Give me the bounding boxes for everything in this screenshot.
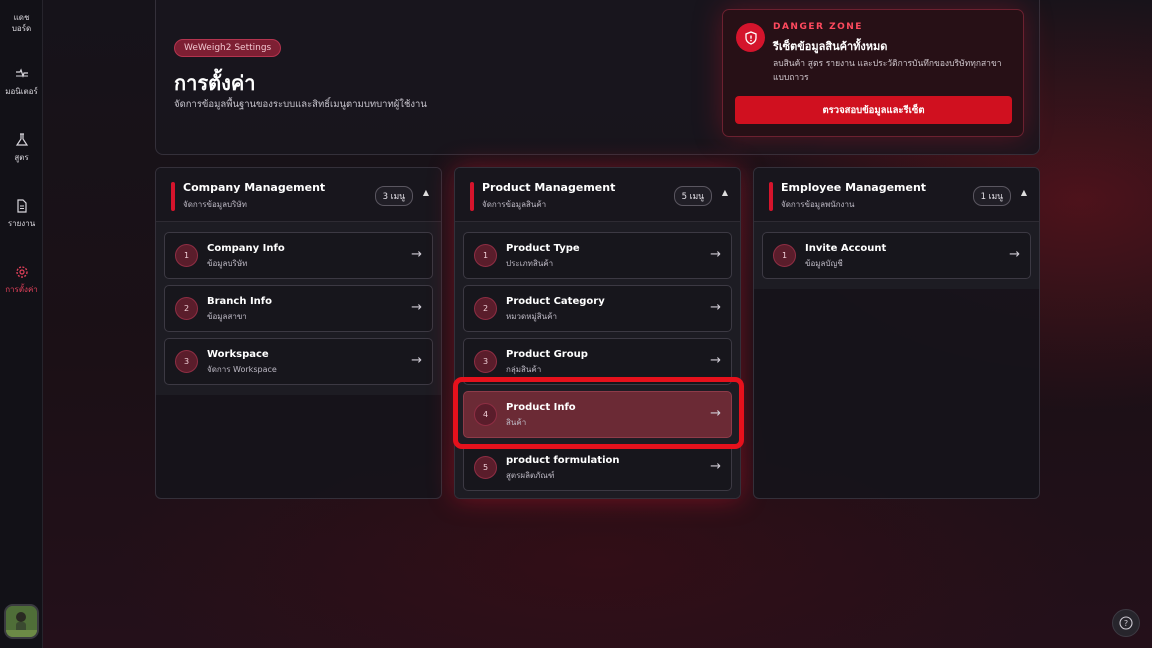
item-number: 1 — [474, 244, 497, 267]
monitor-icon — [15, 68, 28, 78]
item-subtitle: ข้อมูลบัญชี — [805, 259, 843, 268]
item-title: Product Category — [506, 296, 605, 307]
menu-item-workspace[interactable]: 3 Workspace จัดการ Workspace → — [164, 338, 433, 385]
menu-item-product-type[interactable]: 1 Product Type ประเภทสินค้า → — [463, 232, 732, 279]
arrow-right-icon: → — [710, 247, 721, 262]
item-title: product formulation — [506, 455, 620, 466]
accent-bar — [769, 182, 773, 211]
sidebar: แดช บอร์ด มอนิเตอร์ สูตร รายงาน การตั้งค… — [0, 0, 43, 648]
sidebar-item-label: แดช บอร์ด — [11, 13, 32, 33]
arrow-right-icon: → — [710, 459, 721, 474]
item-number: 1 — [175, 244, 198, 267]
item-title: Branch Info — [207, 296, 273, 307]
menu-count-badge: 3 เมนู — [374, 186, 413, 206]
flask-icon — [15, 133, 28, 146]
menu-list: 1 Product Type ประเภทสินค้า → 2 Product … — [455, 222, 740, 498]
sidebar-item-label: รายงาน — [7, 219, 36, 228]
item-number: 3 — [474, 350, 497, 373]
arrow-right-icon: → — [710, 353, 721, 368]
panel-subtitle: จัดการข้อมูลบริษัท — [183, 200, 247, 209]
panel-subtitle: จัดการข้อมูลพนักงาน — [781, 200, 855, 209]
avatar[interactable] — [4, 604, 39, 639]
settings-icon — [15, 266, 28, 278]
sidebar-item-label: สูตร — [14, 153, 29, 162]
arrow-right-icon: → — [411, 300, 422, 315]
item-subtitle: จัดการ Workspace — [207, 365, 277, 374]
sidebar-item-settings[interactable]: การตั้งค่า — [0, 265, 43, 295]
selection-highlight — [453, 377, 744, 449]
panel-subtitle: จัดการข้อมูลสินค้า — [482, 200, 547, 209]
arrow-right-icon: → — [411, 247, 422, 262]
item-title: Company Info — [207, 243, 285, 254]
item-subtitle: กลุ่มสินค้า — [506, 365, 542, 374]
panel-header[interactable]: Company Management จัดการข้อมูลบริษัท 3 … — [156, 168, 441, 222]
menu-item-invite-account[interactable]: 1 Invite Account ข้อมูลบัญชี → — [762, 232, 1031, 279]
panel-header[interactable]: Product Management จัดการข้อมูลสินค้า 5 … — [455, 168, 740, 222]
danger-zone-label: DANGER ZONE — [773, 22, 863, 32]
item-title: Workspace — [207, 349, 269, 360]
sidebar-item-dashboard[interactable]: แดช บอร์ด — [0, 0, 43, 34]
menu-item-product-formulation[interactable]: 5 product formulation สูตรผลิตภัณฑ์ → — [463, 444, 732, 491]
help-glyph: ? — [1123, 618, 1129, 628]
item-subtitle: ประเภทสินค้า — [506, 259, 554, 268]
danger-zone-panel: DANGER ZONE รีเซ็ตข้อมูลสินค้าทั้งหมด ลบ… — [722, 9, 1024, 137]
arrow-right-icon: → — [411, 353, 422, 368]
arrow-right-icon: → — [1009, 247, 1020, 262]
item-number: 2 — [175, 297, 198, 320]
menu-item-branch-info[interactable]: 2 Branch Info ข้อมูลสาขา → — [164, 285, 433, 332]
item-number: 2 — [474, 297, 497, 320]
item-number: 5 — [474, 456, 497, 479]
sidebar-item-formula[interactable]: สูตร — [0, 133, 43, 163]
company-management-panel: Company Management จัดการข้อมูลบริษัท 3 … — [155, 167, 442, 499]
danger-zone-title: รีเซ็ตข้อมูลสินค้าทั้งหมด — [773, 40, 888, 53]
menu-item-company-info[interactable]: 1 Company Info ข้อมูลบริษัท → — [164, 232, 433, 279]
item-number: 3 — [175, 350, 198, 373]
product-management-panel: Product Management จัดการข้อมูลสินค้า 5 … — [454, 167, 741, 499]
sidebar-item-label: มอนิเตอร์ — [5, 87, 38, 96]
settings-badge: WeWeigh2 Settings — [174, 39, 282, 57]
report-icon — [16, 199, 27, 213]
page-subtitle: จัดการข้อมูลพื้นฐานของระบบและสิทธิ์เมนูต… — [174, 99, 427, 110]
item-subtitle: สูตรผลิตภัณฑ์ — [506, 471, 555, 480]
menu-list: 1 Invite Account ข้อมูลบัญชี → — [754, 222, 1039, 289]
panel-title: Product Management — [482, 181, 616, 194]
collapse-caret-icon[interactable]: ▲ — [722, 188, 728, 197]
reset-data-button[interactable]: ตรวจสอบข้อมูลและรีเซ็ต — [735, 96, 1012, 124]
panel-header[interactable]: Employee Management จัดการข้อมูลพนักงาน … — [754, 168, 1039, 222]
menu-count-badge: 1 เมนู — [972, 186, 1011, 206]
shield-alert-icon — [736, 23, 765, 52]
header-card: WeWeigh2 Settings การตั้งค่า จัดการข้อมู… — [155, 0, 1040, 155]
user-photo — [6, 606, 37, 637]
collapse-caret-icon[interactable]: ▲ — [1021, 188, 1027, 197]
menu-item-product-category[interactable]: 2 Product Category หมวดหมู่สินค้า → — [463, 285, 732, 332]
sidebar-item-report[interactable]: รายงาน — [0, 199, 43, 229]
item-subtitle: ข้อมูลสาขา — [207, 312, 247, 321]
item-subtitle: ข้อมูลบริษัท — [207, 259, 248, 268]
accent-bar — [470, 182, 474, 211]
item-number: 1 — [773, 244, 796, 267]
menu-list: 1 Company Info ข้อมูลบริษัท → 2 Branch I… — [156, 222, 441, 395]
accent-bar — [171, 182, 175, 211]
page-title: การตั้งค่า — [174, 71, 256, 95]
item-title: Product Type — [506, 243, 580, 254]
arrow-right-icon: → — [710, 300, 721, 315]
collapse-caret-icon[interactable]: ▲ — [423, 188, 429, 197]
danger-zone-description: ลบสินค้า สูตร รายงาน และประวัติการบันทึก… — [773, 59, 1002, 83]
sidebar-item-label: การตั้งค่า — [5, 285, 38, 294]
panel-title: Company Management — [183, 181, 326, 194]
item-title: Product Group — [506, 349, 588, 360]
help-button[interactable]: ? — [1112, 609, 1140, 637]
sidebar-item-monitor[interactable]: มอนิเตอร์ — [0, 67, 43, 97]
employee-management-panel: Employee Management จัดการข้อมูลพนักงาน … — [753, 167, 1040, 499]
item-subtitle: หมวดหมู่สินค้า — [506, 312, 557, 321]
item-title: Invite Account — [805, 243, 887, 254]
menu-count-badge: 5 เมนู — [673, 186, 712, 206]
panel-title: Employee Management — [781, 181, 927, 194]
